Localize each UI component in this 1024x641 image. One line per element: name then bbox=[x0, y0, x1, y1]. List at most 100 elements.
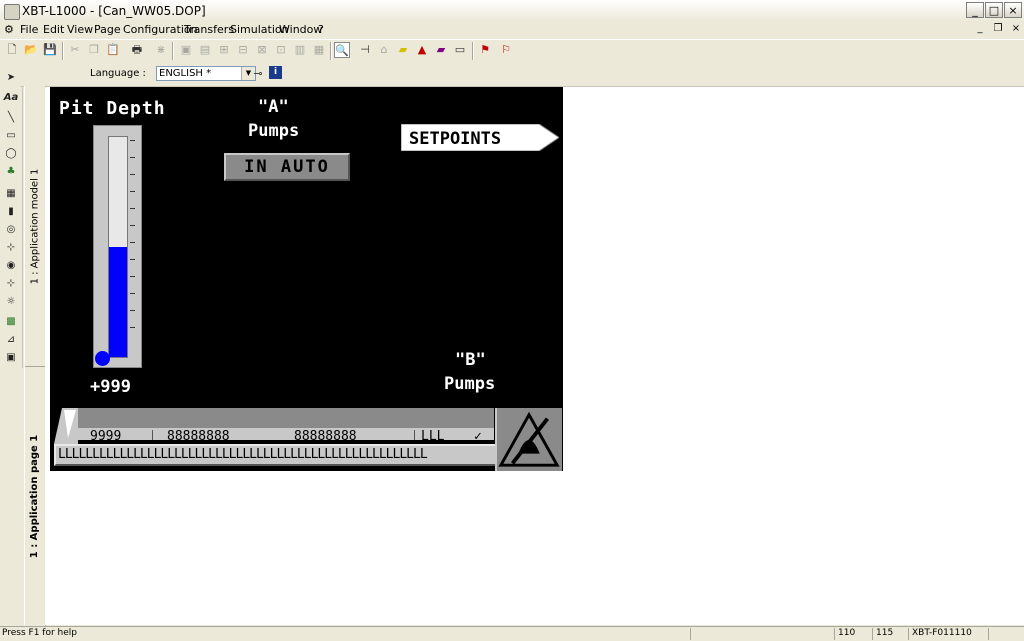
alarm-tool-icon[interactable]: ▣ bbox=[3, 350, 19, 366]
status-bar: Press F1 for help 110 115 XBT-F011110 bbox=[0, 626, 1024, 641]
selector-tool-icon[interactable]: ◉ bbox=[3, 258, 19, 274]
menu-edit[interactable]: Edit bbox=[43, 23, 64, 36]
bitmap-tool-icon[interactable]: ♣ bbox=[3, 164, 19, 180]
button-tool-icon[interactable]: ⊹ bbox=[3, 240, 19, 256]
toolbar-separator bbox=[330, 42, 332, 60]
send-back-icon[interactable]: ▤ bbox=[197, 42, 213, 58]
print-icon[interactable]: 🖶 bbox=[129, 42, 145, 58]
pit-depth-bargraph bbox=[93, 125, 142, 368]
new-icon[interactable]: 🗋 bbox=[4, 42, 20, 58]
rectangle-tool-icon[interactable]: ▭ bbox=[3, 128, 19, 144]
setpoints-label: SETPOINTS bbox=[409, 129, 501, 149]
ungroup-icon[interactable]: ▦ bbox=[311, 42, 327, 58]
zoom-icon[interactable]: 🔍 bbox=[334, 42, 350, 58]
align-bottom-icon[interactable]: ⊡ bbox=[273, 42, 289, 58]
info-icon[interactable]: i bbox=[269, 66, 282, 79]
document-icon[interactable]: ⚙ bbox=[4, 23, 14, 36]
minimize-button[interactable]: _ bbox=[966, 2, 984, 18]
lock-icon[interactable]: ⌂ bbox=[376, 42, 392, 58]
dial-tool-icon[interactable]: ◎ bbox=[3, 222, 19, 238]
menu-view[interactable]: View bbox=[67, 23, 93, 36]
grid-icon[interactable]: ⋇ bbox=[153, 42, 169, 58]
copy-icon[interactable]: ❐ bbox=[86, 42, 102, 58]
bargraph-tick bbox=[130, 276, 135, 277]
pit-depth-label: Pit Depth bbox=[59, 98, 166, 119]
alarm-ack-field: ✓ bbox=[474, 429, 482, 440]
alarm-triangle-icon[interactable]: ▲ bbox=[414, 42, 430, 58]
bargraph-tick bbox=[130, 310, 135, 311]
menu-help[interactable]: ? bbox=[318, 23, 324, 36]
hmi-screen[interactable]: Pit Depth "A" Pumps IN AUTO SETPOINTS +9… bbox=[50, 87, 563, 471]
menu-file[interactable]: File bbox=[20, 23, 38, 36]
bargraph-tool-icon[interactable]: ▮ bbox=[3, 204, 19, 220]
key-icon[interactable]: ⊸ bbox=[250, 66, 266, 82]
alarm-time-field: 88888888 bbox=[294, 429, 357, 440]
field-tool-icon[interactable]: ▦ bbox=[3, 186, 19, 202]
pump-b-pumps-label: Pumps bbox=[444, 374, 496, 394]
status-help-text: Press F1 for help bbox=[2, 628, 78, 638]
flag-icon[interactable]: ⚑ bbox=[477, 42, 493, 58]
paste-icon[interactable]: 📋 bbox=[105, 42, 121, 58]
pump-a-label: "A" bbox=[258, 97, 289, 117]
cut-icon[interactable]: ✂ bbox=[67, 42, 83, 58]
toolbar-separator bbox=[472, 42, 474, 60]
title-bar: XBT-L1000 - [Can_WW05.DOP] _ □ × bbox=[0, 0, 1024, 23]
group-icon[interactable]: ▥ bbox=[292, 42, 308, 58]
bargraph-tick bbox=[130, 225, 135, 226]
curve-tool-icon[interactable]: ⊿ bbox=[3, 332, 19, 348]
chart-tool-icon[interactable]: ▩ bbox=[3, 314, 19, 330]
menu-page[interactable]: Page bbox=[94, 23, 121, 36]
page-purple-icon[interactable]: ▰ bbox=[433, 42, 449, 58]
app-icon[interactable] bbox=[4, 4, 20, 20]
close-button[interactable]: × bbox=[1004, 2, 1022, 18]
language-value: ENGLISH * bbox=[159, 68, 212, 79]
align-top-icon[interactable]: ⊠ bbox=[254, 42, 270, 58]
ellipse-tool-icon[interactable]: ◯ bbox=[3, 146, 19, 162]
mdi-restore-button[interactable]: ❐ bbox=[990, 22, 1006, 36]
page-blank-icon[interactable]: ▭ bbox=[452, 42, 468, 58]
alarm-state-field: LLL bbox=[414, 430, 444, 440]
align-left-icon[interactable]: ⊞ bbox=[216, 42, 232, 58]
toolbar-separator bbox=[172, 42, 174, 60]
align-right-icon[interactable]: ⊟ bbox=[235, 42, 251, 58]
bargraph-tick bbox=[130, 293, 135, 294]
tab-application-page[interactable]: 1 : Application page 1 bbox=[25, 366, 45, 626]
bargraph-tick bbox=[130, 140, 135, 141]
text-tool-icon[interactable]: Aa bbox=[3, 90, 19, 106]
light-tool-icon[interactable]: ☼ bbox=[3, 294, 19, 310]
transfer-icon[interactable]: ⚐ bbox=[498, 42, 514, 58]
language-select[interactable]: ENGLISH * ▼ bbox=[156, 66, 256, 81]
alarm-bell-icon[interactable] bbox=[495, 408, 562, 471]
status-panel-empty bbox=[690, 628, 834, 640]
bargraph-tick bbox=[130, 242, 135, 243]
tab-application-model[interactable]: 1 : Application model 1 bbox=[25, 86, 45, 367]
save-icon[interactable]: 💾 bbox=[42, 42, 58, 58]
mdi-minimize-button[interactable]: _ bbox=[972, 22, 988, 36]
bargraph-tick bbox=[130, 208, 135, 209]
pin-icon[interactable]: ⊣ bbox=[357, 42, 373, 58]
alarm-corner-decoration bbox=[54, 408, 78, 444]
drawing-toolbox: ➤ Aa ╲ ▭ ◯ ♣ ▦ ▮ ◎ ⊹ ◉ ⊹ ☼ ▩ ⊿ ▣ bbox=[0, 62, 23, 368]
bring-front-icon[interactable]: ▣ bbox=[178, 42, 194, 58]
language-bar: Language : ENGLISH * ▼ ⊸ i bbox=[20, 62, 1024, 87]
pointer-icon[interactable]: ➤ bbox=[3, 70, 19, 86]
pump-b-label: "B" bbox=[455, 350, 486, 370]
bargraph-tick bbox=[130, 157, 135, 158]
line-tool-icon[interactable]: ╲ bbox=[3, 110, 19, 126]
tag-yellow-icon[interactable]: ▰ bbox=[395, 42, 411, 58]
open-folder-icon[interactable]: 📂 bbox=[23, 42, 39, 58]
maximize-button[interactable]: □ bbox=[985, 2, 1003, 18]
mdi-close-button[interactable]: × bbox=[1008, 22, 1024, 36]
switch-tool-icon[interactable]: ⊹ bbox=[3, 276, 19, 292]
pit-depth-value: +999 bbox=[90, 377, 131, 397]
alarm-count-field: 9999 bbox=[90, 429, 122, 440]
alarm-fields: 9999 88888888 88888888 LLL ✓ bbox=[78, 428, 494, 440]
menu-window[interactable]: Window bbox=[279, 23, 322, 36]
in-auto-button[interactable]: IN AUTO bbox=[224, 153, 350, 181]
menu-transfers[interactable]: Transfers bbox=[184, 23, 234, 36]
alarm-banner[interactable]: 9999 88888888 88888888 LLL ✓ LLLLLLLLLLL… bbox=[50, 408, 563, 471]
bargraph-tick bbox=[130, 174, 135, 175]
setpoints-button[interactable]: SETPOINTS bbox=[401, 124, 559, 151]
alarm-date-field: 88888888 bbox=[152, 430, 230, 440]
alarm-message-line: LLLLLLLLLLLLLLLLLLLLLLLLLLLLLLLLLLLLLLLL… bbox=[54, 444, 508, 466]
